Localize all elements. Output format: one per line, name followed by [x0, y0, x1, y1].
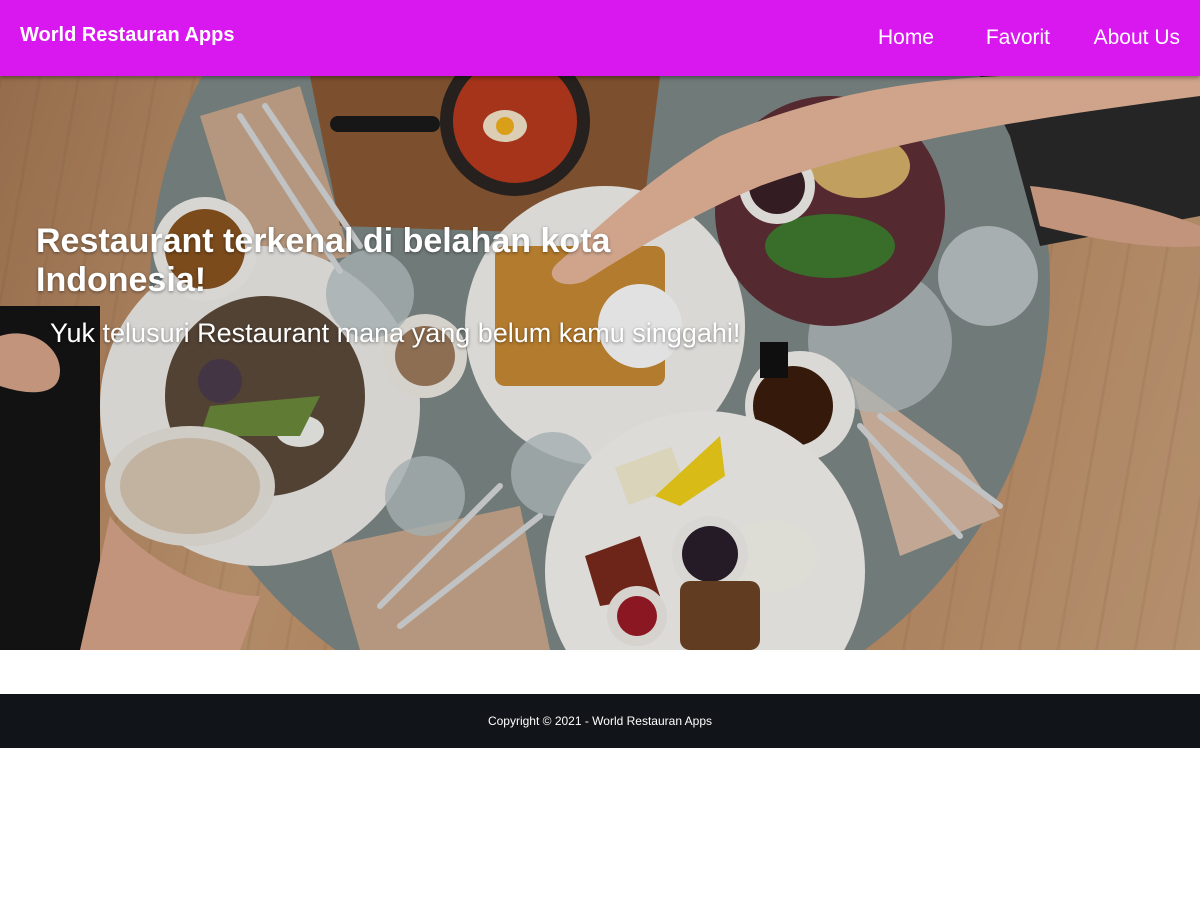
- nav-favorit-link[interactable]: Favorit: [986, 26, 1050, 50]
- nav-about-link[interactable]: About Us: [1094, 26, 1180, 50]
- app-bar: World Restauran Apps Home Favorit About …: [0, 0, 1200, 76]
- brand-link[interactable]: World Restauran Apps: [20, 24, 234, 47]
- nav-home-link[interactable]: Home: [878, 26, 934, 50]
- copyright-text: Copyright © 2021 - World Restauran Apps: [487, 714, 713, 728]
- hero-food-image: [0, 76, 1200, 650]
- hero-subtitle: Yuk telusuri Restaurant mana yang belum …: [50, 318, 741, 348]
- hero-title: Restaurant terkenal di belahan kota Indo…: [36, 222, 611, 299]
- hero-banner: Restaurant terkenal di belahan kota Indo…: [0, 76, 1200, 650]
- footer: Copyright © 2021 - World Restauran Apps: [0, 694, 1200, 748]
